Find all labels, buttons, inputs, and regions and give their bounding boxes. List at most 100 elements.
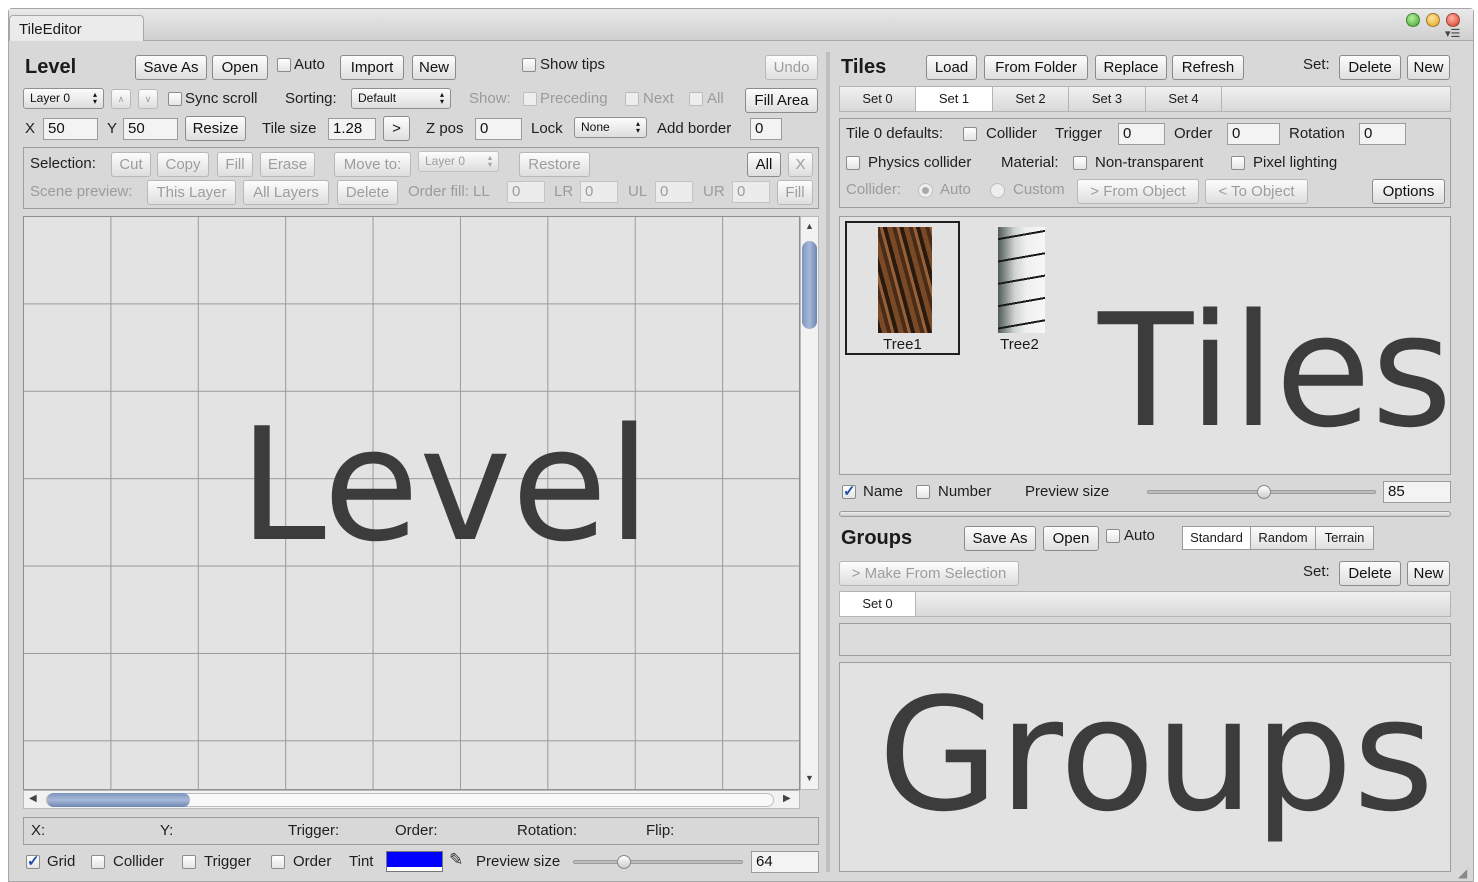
tiles-from-folder-button[interactable]: From Folder bbox=[984, 55, 1088, 80]
options-button[interactable]: Options bbox=[1372, 179, 1445, 204]
cut-button[interactable]: Cut bbox=[111, 152, 151, 177]
level-import-button[interactable]: Import bbox=[340, 55, 404, 80]
close-icon[interactable] bbox=[1446, 13, 1460, 27]
scroll-up-icon[interactable]: ▲ bbox=[805, 221, 814, 231]
collider-checkbox[interactable] bbox=[963, 127, 977, 141]
grid-checkbox[interactable] bbox=[26, 852, 40, 870]
tab-group-set-0[interactable]: Set 0 bbox=[840, 592, 916, 616]
mode-random[interactable]: Random bbox=[1251, 526, 1316, 550]
lock-popup[interactable]: None ▴ ▾ bbox=[574, 117, 647, 138]
show-number-checkbox[interactable] bbox=[916, 485, 930, 499]
level-preview-size-field[interactable]: 64 bbox=[751, 851, 819, 873]
groups-open-button[interactable]: Open bbox=[1043, 526, 1099, 551]
resize-grip-icon[interactable]: ◢ bbox=[1458, 866, 1467, 880]
tab-set-2[interactable]: Set 2 bbox=[993, 87, 1069, 111]
mode-standard[interactable]: Standard bbox=[1182, 526, 1251, 550]
resize-button[interactable]: Resize bbox=[185, 116, 246, 141]
move-to-layer-popup[interactable]: Layer 0 ▴ ▾ bbox=[418, 151, 499, 172]
show-collider-checkbox[interactable] bbox=[91, 855, 105, 869]
ll-field[interactable]: 0 bbox=[507, 181, 545, 203]
tiles-refresh-button[interactable]: Refresh bbox=[1172, 55, 1244, 80]
all-layers-button[interactable]: All Layers bbox=[243, 180, 329, 205]
x-field[interactable]: 50 bbox=[43, 118, 98, 140]
groups-set-new-button[interactable]: New bbox=[1407, 561, 1450, 586]
tile-size-field[interactable]: 1.28 bbox=[328, 118, 376, 140]
fill-button[interactable]: Fill bbox=[217, 152, 253, 177]
order-field[interactable]: 0 bbox=[1227, 123, 1280, 145]
tiles-load-button[interactable]: Load bbox=[926, 55, 977, 80]
erase-button[interactable]: Erase bbox=[260, 152, 315, 177]
groups-set-delete-button[interactable]: Delete bbox=[1339, 561, 1401, 586]
sorting-popup[interactable]: Default ▴ ▾ bbox=[351, 88, 451, 109]
pixel-lighting-checkbox[interactable] bbox=[1231, 156, 1245, 170]
tab-set-1[interactable]: Set 1 bbox=[916, 87, 993, 111]
vertical-scroll-thumb[interactable] bbox=[802, 241, 817, 329]
level-open-button[interactable]: Open bbox=[212, 55, 268, 80]
physics-collider-checkbox[interactable] bbox=[846, 156, 860, 170]
tab-set-4[interactable]: Set 4 bbox=[1146, 87, 1222, 111]
show-tips-checkbox[interactable] bbox=[522, 58, 536, 72]
undo-button[interactable]: Undo bbox=[765, 55, 818, 80]
ur-field[interactable]: 0 bbox=[732, 181, 770, 203]
deselect-button[interactable]: X bbox=[788, 152, 813, 177]
layer-popup[interactable]: Layer 0 ▴ ▾ bbox=[23, 88, 104, 109]
scene-delete-button[interactable]: Delete bbox=[337, 180, 398, 205]
tile-item[interactable]: Tree1 bbox=[845, 221, 960, 355]
collider-auto-radio[interactable] bbox=[918, 183, 933, 198]
level-save-as-button[interactable]: Save As bbox=[135, 55, 207, 80]
preceding-checkbox[interactable] bbox=[523, 92, 537, 106]
fill-area-button[interactable]: Fill Area bbox=[745, 88, 818, 113]
level-vertical-scrollbar[interactable]: ▲ ▼ bbox=[800, 216, 819, 790]
groups-save-as-button[interactable]: Save As bbox=[964, 526, 1036, 551]
window-menu-icon[interactable]: ▾☰ bbox=[1445, 27, 1460, 40]
minimize-icon[interactable] bbox=[1406, 13, 1420, 27]
to-object-button[interactable]: < To Object bbox=[1205, 179, 1308, 204]
y-field[interactable]: 50 bbox=[123, 118, 178, 140]
tiles-canvas[interactable]: Tree1 Tree2 Tiles bbox=[839, 216, 1451, 475]
this-layer-button[interactable]: This Layer bbox=[147, 180, 236, 205]
collider-custom-radio[interactable] bbox=[990, 183, 1005, 198]
tiles-set-new-button[interactable]: New bbox=[1407, 55, 1450, 80]
tint-color-swatch[interactable] bbox=[386, 851, 443, 872]
next-checkbox[interactable] bbox=[625, 92, 639, 106]
all-checkbox[interactable] bbox=[689, 92, 703, 106]
layer-down-button[interactable]: ∨ bbox=[138, 89, 158, 109]
tab-set-0[interactable]: Set 0 bbox=[840, 87, 916, 111]
level-preview-slider[interactable] bbox=[573, 855, 743, 869]
order-fill-button[interactable]: Fill bbox=[777, 180, 813, 205]
trigger-field[interactable]: 0 bbox=[1118, 123, 1165, 145]
scroll-left-icon[interactable]: ◀ bbox=[29, 793, 37, 804]
tiles-preview-slider[interactable] bbox=[1147, 485, 1376, 499]
lr-field[interactable]: 0 bbox=[580, 181, 618, 203]
level-new-button[interactable]: New bbox=[412, 55, 456, 80]
layer-up-button[interactable]: ∧ bbox=[111, 89, 131, 109]
scroll-right-icon[interactable]: ▶ bbox=[783, 793, 791, 804]
horizontal-scroll-thumb[interactable] bbox=[47, 793, 190, 807]
rotation-field[interactable]: 0 bbox=[1359, 123, 1406, 145]
tile-item[interactable]: Tree2 bbox=[962, 221, 1077, 355]
select-all-button[interactable]: All bbox=[747, 152, 781, 177]
mode-terrain[interactable]: Terrain bbox=[1316, 526, 1374, 550]
show-trigger-checkbox[interactable] bbox=[182, 855, 196, 869]
level-horizontal-scrollbar[interactable]: ◀ ▶ bbox=[23, 790, 800, 809]
zpos-field[interactable]: 0 bbox=[475, 118, 522, 140]
groups-canvas[interactable]: Groups bbox=[839, 662, 1451, 872]
tiles-replace-button[interactable]: Replace bbox=[1095, 55, 1167, 80]
zoom-icon[interactable] bbox=[1426, 13, 1440, 27]
sync-scroll-checkbox[interactable] bbox=[168, 92, 182, 106]
groups-auto-checkbox[interactable] bbox=[1106, 529, 1120, 543]
level-auto-checkbox[interactable] bbox=[277, 58, 291, 72]
tab-set-3[interactable]: Set 3 bbox=[1069, 87, 1146, 111]
panel-divider[interactable] bbox=[826, 52, 830, 872]
non-transparent-checkbox[interactable] bbox=[1073, 156, 1087, 170]
move-to-button[interactable]: Move to: bbox=[334, 152, 411, 177]
eyedropper-icon[interactable]: ✎ bbox=[449, 850, 463, 870]
tiles-set-delete-button[interactable]: Delete bbox=[1339, 55, 1401, 80]
window-tab[interactable]: TileEditor bbox=[9, 15, 144, 41]
tiles-preview-slider-thumb[interactable] bbox=[1256, 485, 1271, 499]
scroll-down-icon[interactable]: ▼ bbox=[805, 773, 814, 783]
show-name-checkbox[interactable] bbox=[842, 482, 856, 500]
ul-field[interactable]: 0 bbox=[655, 181, 693, 203]
restore-button[interactable]: Restore bbox=[519, 152, 590, 177]
tiles-preview-size-field[interactable]: 85 bbox=[1383, 481, 1451, 503]
